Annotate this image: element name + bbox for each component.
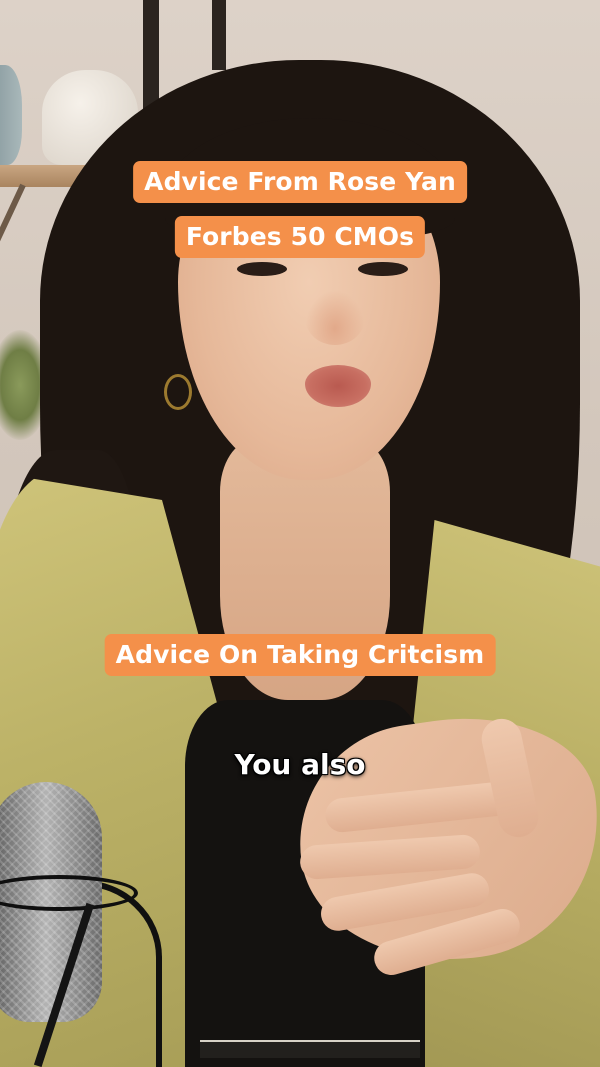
topic-caption-badge: Advice On Taking Critcism [104,634,496,676]
speaker-eye [358,262,408,276]
speaker-belt [200,1040,420,1058]
title-caption-badge: Advice From Rose Yan [133,161,467,203]
shelf-post [212,0,226,70]
speaker-eye [237,262,287,276]
spoken-subtitle: You also [234,748,366,781]
video-frame[interactable]: Advice From Rose Yan Forbes 50 CMOs Advi… [0,0,600,1067]
speaker-nose [305,290,365,345]
speaker-earring [164,374,192,410]
credential-caption-badge: Forbes 50 CMOs [174,216,426,258]
